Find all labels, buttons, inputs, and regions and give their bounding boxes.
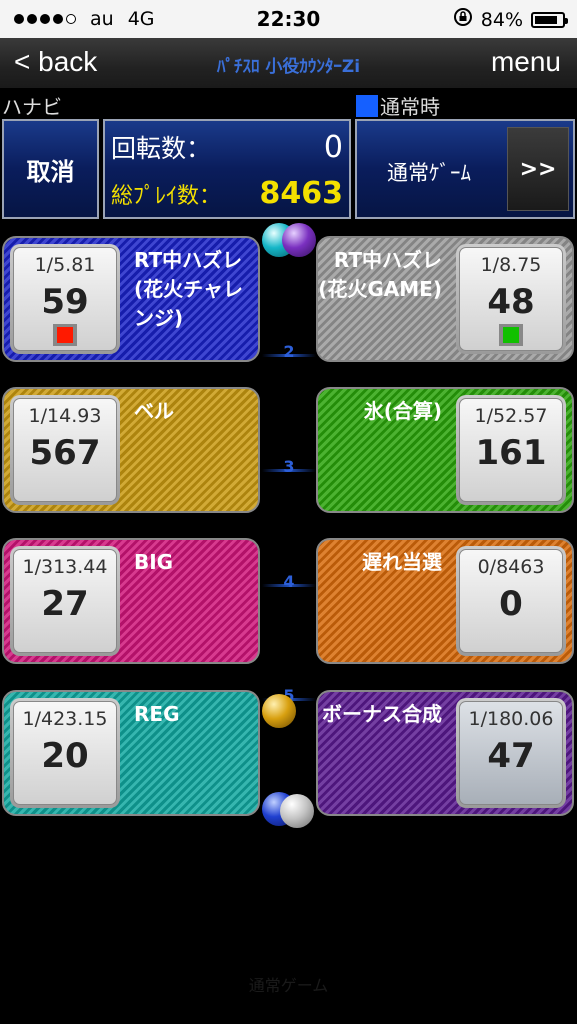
battery-icon [531,11,568,28]
probability-label: 1/52.57 [474,405,548,427]
probability-label: 0/8463 [477,556,545,578]
next-button[interactable]: >> [507,127,569,211]
spin-count-label: 回転数： [111,134,212,163]
count-value: 567 [29,433,101,473]
count-value: 47 [487,736,535,776]
count-value: 48 [487,282,535,322]
count-value: 20 [41,736,89,776]
machine-name: ハナビ [2,95,62,119]
counter-display: 1/8.75 48 [456,244,566,354]
footer-label: 通常ゲーム [248,976,329,995]
counter-card-rt-hazure-game[interactable]: 1/8.75 48 RT中ハズレ(花火GAME) [316,236,574,362]
probability-label: 1/5.81 [34,254,96,276]
navigation-bar: < back ﾊﾟﾁｽﾛ 小役ｶｳﾝﾀｰZi menu [0,38,577,88]
total-play-value: 8463 [259,176,344,211]
count-value: 0 [499,584,523,624]
spin-count-value: 0 [323,129,343,165]
total-play-label: 総ﾌﾟﾚｲ数： [111,183,222,209]
silver-ball-icon [280,794,314,828]
count-value: 161 [475,433,547,473]
probability-label: 1/313.44 [22,556,108,578]
counter-card-rt-hazure-challenge[interactable]: 1/5.81 59 RT中ハズレ(花火チャレンジ) [2,236,260,362]
mode-toggle[interactable]: 通常時 [356,91,440,120]
probability-label: 1/423.15 [22,708,108,730]
counter-display: 1/313.44 27 [10,546,120,656]
counter-display: 1/14.93 567 [10,395,120,505]
red-indicator-icon [53,324,77,346]
row-separator: 4 [262,570,316,600]
normal-game-panel[interactable]: 通常ｹﾞｰﾑ >> [355,119,575,219]
counter-display: 1/52.57 161 [456,395,566,505]
card-label: RT中ハズレ(花火チャレンジ) [134,248,243,330]
card-label: ベル [134,399,174,423]
purple-ball-icon [282,223,316,257]
counter-display: 0/8463 0 [456,546,566,656]
gold-ball-icon [262,694,296,728]
mode-bar: ハナビ 通常時 [0,88,577,120]
mode-color-swatch [356,94,378,117]
mode-label: 通常時 [380,95,440,119]
cancel-button[interactable]: 取消 [2,119,99,219]
normal-game-label: 通常ｹﾞｰﾑ [387,161,471,185]
row-separator: 3 [262,455,316,485]
card-label: REG [134,702,180,726]
rotation-lock-icon [453,7,473,32]
counter-card-bell[interactable]: 1/14.93 567 ベル [2,387,260,513]
menu-button[interactable]: menu [491,46,561,78]
card-label: BIG [134,550,174,574]
card-label: RT中ハズレ(花火GAME) [318,248,442,301]
card-label: 遅れ当選 [362,550,442,574]
green-indicator-icon [499,324,523,346]
probability-label: 1/14.93 [28,405,102,427]
card-label: 氷(合算) [363,399,442,423]
counter-display: 1/5.81 59 [10,244,120,354]
counter-card-delayed-win[interactable]: 0/8463 0 遅れ当選 [316,538,574,664]
counter-card-big[interactable]: 1/313.44 27 BIG [2,538,260,664]
battery-percent: 84% [480,8,523,31]
counter-display: 1/423.15 20 [10,698,120,808]
status-bar: au 4G 22:30 84% [0,0,577,38]
count-value: 59 [41,282,89,322]
counter-display: 1/180.06 47 [456,698,566,808]
card-label: ボーナス合成 [322,702,442,726]
probability-label: 1/180.06 [468,708,554,730]
probability-label: 1/8.75 [480,254,542,276]
counter-card-bonus-total: 1/180.06 47 ボーナス合成 [316,690,574,816]
counter-card-ice[interactable]: 1/52.57 161 氷(合算) [316,387,574,513]
row-separator: 2 [262,340,316,370]
counter-card-reg[interactable]: 1/423.15 20 REG [2,690,260,816]
game-counters: 回転数： 0 総ﾌﾟﾚｲ数： 8463 [103,119,351,219]
count-value: 27 [41,584,89,624]
